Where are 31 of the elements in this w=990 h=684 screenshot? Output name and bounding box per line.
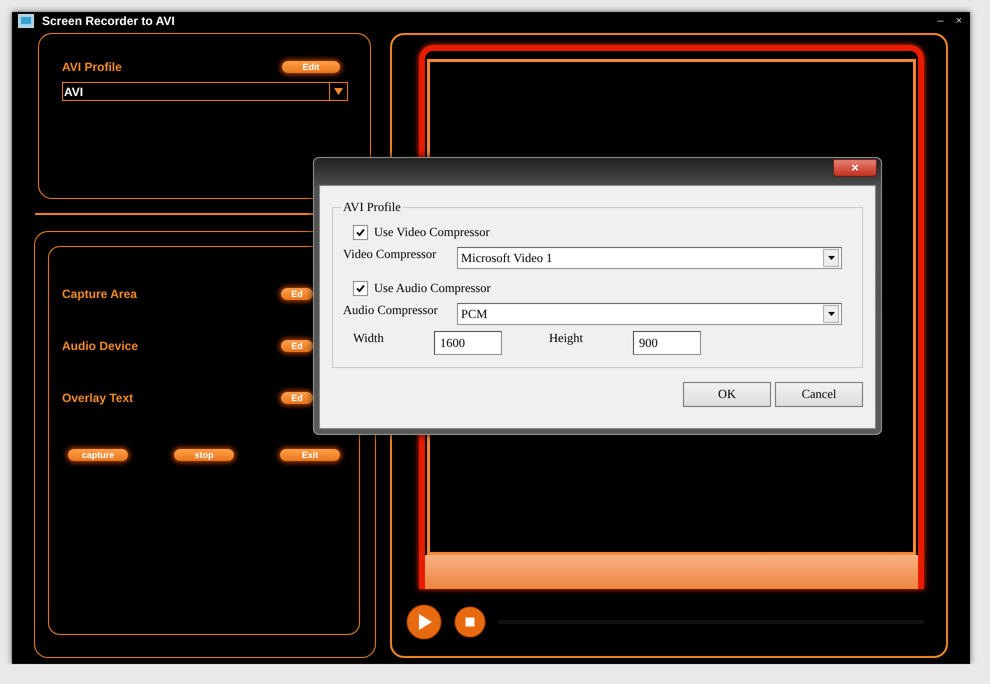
field-label: Width: [353, 331, 385, 346]
checkbox[interactable]: [353, 224, 368, 240]
window-title: Screen Recorder to AVI: [42, 14, 176, 28]
field-label: Audio Compressor: [343, 303, 439, 318]
checkbox[interactable]: [353, 280, 368, 296]
stop-button[interactable]: [454, 606, 486, 638]
play-button[interactable]: [406, 604, 442, 640]
group-title: AVI Profile: [342, 200, 402, 215]
check-icon: [356, 284, 365, 292]
setting-label: Capture Area: [62, 287, 137, 301]
size-input[interactable]: 1600: [434, 331, 502, 355]
compressor-select[interactable]: PCM: [457, 303, 842, 325]
setting-label: Audio Device: [62, 339, 138, 353]
checkbox-label: Use Video Compressor: [374, 224, 490, 240]
dropdown-arrow-icon: [828, 256, 834, 260]
compressor-select[interactable]: Microsoft Video 1: [457, 247, 842, 269]
checkbox-label: Use Audio Compressor: [374, 280, 491, 296]
cancel-button[interactable]: Cancel: [775, 382, 863, 407]
ok-button[interactable]: OK: [683, 382, 771, 407]
field-label: Height: [549, 331, 584, 346]
close-button[interactable]: ×: [954, 14, 964, 26]
minimize-button[interactable]: –: [935, 14, 946, 26]
size-input[interactable]: 900: [633, 331, 701, 355]
setting-label: Overlay Text: [62, 391, 134, 405]
dropdown-arrow-icon: [828, 312, 834, 316]
profile-label: AVI Profile: [62, 60, 122, 74]
monitor-icon: [18, 14, 34, 28]
close-button[interactable]: ×: [833, 159, 877, 177]
profile-dropdown[interactable]: AVI: [62, 82, 348, 101]
field-label: Video Compressor: [343, 247, 438, 262]
check-icon: [356, 228, 365, 236]
